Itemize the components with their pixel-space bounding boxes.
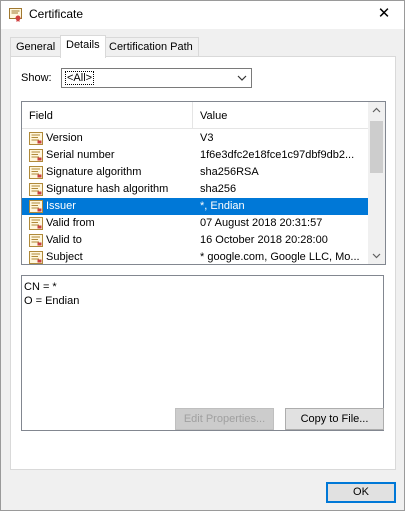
certificate-field-icon — [29, 234, 43, 247]
list-row-valid-from[interactable]: Valid from 07 August 2018 20:31:57 — [22, 215, 368, 232]
field-name: Issuer — [46, 200, 76, 212]
list-row-serial-number[interactable]: Serial number 1f6e3dfc2e18fce1c97dbf9db2.… — [22, 147, 368, 164]
field-value: 07 August 2018 20:31:57 — [200, 217, 323, 229]
tab-certification-path[interactable]: Certification Path — [103, 37, 199, 57]
close-button[interactable]: ✕ — [370, 3, 398, 25]
certificate-field-icon — [29, 183, 43, 196]
certificate-field-icon — [29, 166, 43, 179]
ok-button[interactable]: OK — [326, 482, 396, 503]
certificate-icon — [9, 8, 22, 22]
list-row-issuer[interactable]: Issuer *, Endian — [22, 198, 368, 215]
field-name: Valid to — [46, 234, 82, 246]
close-icon: ✕ — [377, 5, 391, 22]
column-header-value[interactable]: Value — [200, 110, 227, 122]
certificate-field-icon — [29, 217, 43, 230]
field-name: Valid from — [46, 217, 95, 229]
field-value: 1f6e3dfc2e18fce1c97dbf9db2... — [200, 149, 355, 161]
field-name: Signature algorithm — [46, 166, 142, 178]
details-line: CN = * — [24, 281, 57, 293]
tab-details[interactable]: Details — [60, 35, 106, 58]
certificate-dialog: Certificate ✕ General Details Certificat… — [0, 0, 405, 511]
edit-properties-button[interactable]: Edit Properties... — [175, 408, 274, 430]
details-tab-panel: Show: <All> Field Value Version V3 Serial … — [10, 56, 396, 470]
column-header-field[interactable]: Field — [29, 110, 53, 122]
field-value: * google.com, Google LLC, Mo... — [200, 251, 360, 263]
list-header: Field Value — [22, 102, 368, 129]
tab-general[interactable]: General — [10, 37, 62, 57]
field-name: Subject — [46, 251, 83, 263]
fields-list[interactable]: Field Value Version V3 Serial number 1f6e3d… — [21, 101, 386, 265]
scroll-up-icon[interactable] — [368, 102, 385, 119]
field-value: V3 — [200, 132, 214, 144]
field-name: Signature hash algorithm — [46, 183, 169, 195]
show-label: Show: — [21, 72, 52, 84]
field-name: Serial number — [46, 149, 115, 161]
show-dropdown[interactable]: <All> — [61, 68, 252, 88]
field-value: sha256 — [200, 183, 237, 195]
field-value: sha256RSA — [200, 166, 259, 178]
copy-to-file-button[interactable]: Copy to File... — [285, 408, 384, 430]
scroll-down-icon[interactable] — [368, 247, 385, 264]
certificate-field-icon — [29, 251, 43, 264]
list-row-valid-to[interactable]: Valid to 16 October 2018 20:28:00 — [22, 232, 368, 249]
chevron-down-icon — [237, 75, 247, 81]
vertical-scrollbar[interactable] — [368, 102, 385, 264]
field-value: *, Endian — [200, 200, 245, 212]
certificate-field-icon — [29, 149, 43, 162]
list-row-signature-hash-algorithm[interactable]: Signature hash algorithm sha256 — [22, 181, 368, 198]
list-row-signature-algorithm[interactable]: Signature algorithm sha256RSA — [22, 164, 368, 181]
column-divider[interactable] — [192, 102, 193, 128]
scrollbar-thumb[interactable] — [370, 121, 383, 173]
certificate-field-icon — [29, 132, 43, 145]
title-bar: Certificate ✕ — [1, 1, 404, 29]
field-name: Version — [46, 132, 83, 144]
certificate-field-icon — [29, 200, 43, 213]
list-row-version[interactable]: Version V3 — [22, 130, 368, 147]
field-value: 16 October 2018 20:28:00 — [200, 234, 328, 246]
show-selected-value: <All> — [65, 71, 95, 85]
list-row-subject[interactable]: Subject * google.com, Google LLC, Mo... — [22, 249, 368, 264]
window-title: Certificate — [29, 7, 84, 21]
details-line: O = Endian — [24, 295, 80, 307]
